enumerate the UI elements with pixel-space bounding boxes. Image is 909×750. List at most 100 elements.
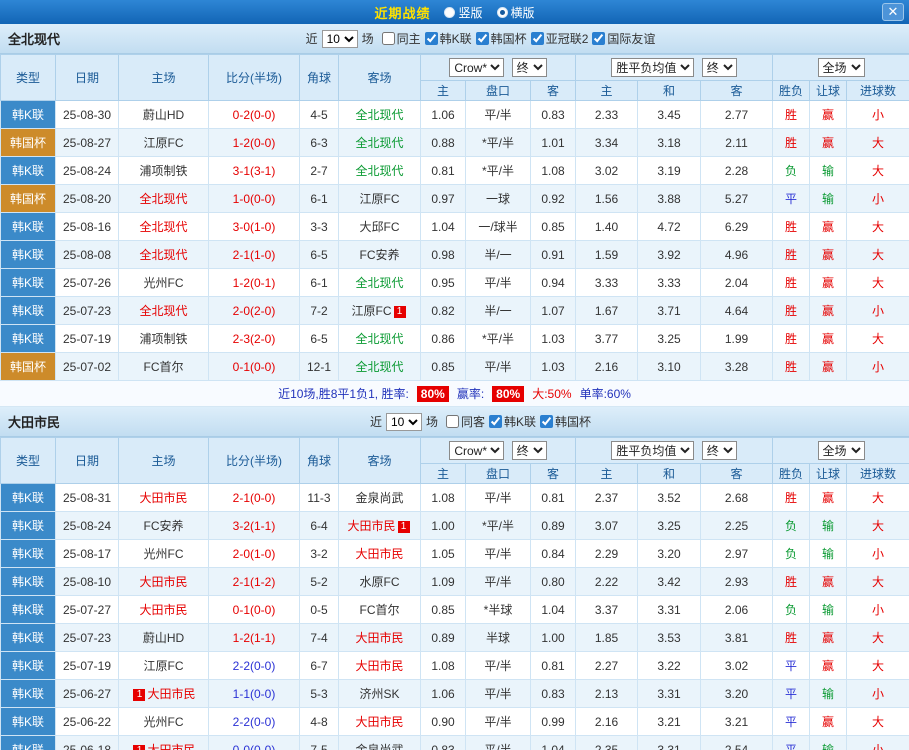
avg-home-odds: 2.37: [575, 483, 639, 512]
handicap-group-header: Crow* 终: [419, 54, 577, 81]
odds-stage-select[interactable]: 终: [511, 58, 547, 77]
handicap-home-odds: 0.90: [420, 707, 466, 736]
avg-odds-select[interactable]: 胜平负均值: [611, 58, 695, 77]
checkbox-icon[interactable]: [530, 31, 544, 45]
checkbox-icon[interactable]: [381, 31, 395, 45]
home-team: 光州FC: [118, 539, 209, 568]
handicap-line: 一球: [465, 184, 531, 213]
sub-header-avg-home: 主: [575, 80, 639, 101]
match-date: 25-07-19: [55, 324, 119, 353]
filter-checkbox-国际友谊[interactable]: 国际友谊: [592, 30, 655, 47]
result-handicap: 赢: [809, 212, 848, 241]
checkbox-icon[interactable]: [475, 31, 489, 45]
games-count-select[interactable]: 10: [321, 29, 358, 48]
corner-score: 6-5: [299, 324, 339, 353]
handicap-away-odds: 1.03: [529, 324, 577, 353]
handicap-away-odds: 1.08: [529, 156, 577, 185]
result-handicap: 输: [809, 156, 848, 185]
home-team: FC首尔: [118, 352, 209, 381]
filter-checkbox-韩K联[interactable]: 韩K联: [424, 30, 472, 47]
games-count-select[interactable]: 10: [385, 412, 422, 431]
team-label: FC安养: [143, 519, 184, 533]
result-handicap: 赢: [809, 483, 848, 512]
team-label: 全北现代: [139, 248, 188, 262]
team-label: 大田市民: [355, 715, 404, 729]
filter-checkbox-亚冠联2[interactable]: 亚冠联2: [530, 30, 588, 47]
scope-select[interactable]: 全场: [817, 441, 865, 460]
avg-away-odds: 2.68: [700, 483, 774, 512]
match-row: 韩K联 25-07-27 大田市民 0-1(0-0) 0-5 FC首尔 0.85 *半球 1.0…: [0, 595, 909, 624]
away-team: 全北现代: [338, 128, 421, 157]
filter-checkbox-同主[interactable]: 同主: [381, 30, 421, 47]
corner-score: 5-3: [299, 679, 339, 708]
result-outcome: 平: [772, 735, 811, 750]
match-row: 韩K联 25-06-22 光州FC 2-2(0-0) 4-8 大田市民 0.90 平/半 0.9…: [0, 707, 909, 736]
avg-draw-odds: 3.10: [637, 352, 702, 381]
checkbox-icon[interactable]: [540, 414, 554, 428]
away-team: 济州SK: [338, 679, 421, 708]
league-type: 韩K联: [0, 623, 56, 652]
team-label: 济州SK: [359, 687, 400, 701]
radio-icon[interactable]: [496, 6, 508, 18]
match-date: 25-07-23: [55, 623, 119, 652]
team-label: FC安养: [359, 248, 400, 262]
team-label: 浦项制铁: [139, 164, 188, 178]
match-row: 韩国杯 25-08-27 江原FC 1-2(0-0) 6-3 全北现代 0.88 *平/半 1.…: [0, 128, 909, 157]
team-label: 江原FC: [143, 659, 184, 673]
sub-header-result: 胜负: [772, 80, 811, 101]
result-handicap: 赢: [809, 100, 848, 129]
col-header-corner: 角球: [299, 437, 339, 484]
checkbox-icon[interactable]: [489, 414, 503, 428]
filter-checkbox-韩国杯[interactable]: 韩国杯: [540, 413, 591, 430]
filter-checkbox-韩国杯[interactable]: 韩国杯: [475, 30, 527, 47]
score: 2-0(1-0): [208, 539, 300, 568]
league-type: 韩K联: [0, 156, 56, 185]
corner-score: 6-3: [299, 128, 339, 157]
result-outcome: 平: [772, 184, 811, 213]
result-outcome: 胜: [772, 324, 811, 353]
sub-header-avg-away: 客: [700, 80, 774, 101]
away-team: 水原FC: [338, 567, 421, 596]
handicap-home-odds: 1.05: [420, 539, 466, 568]
bookmaker-select[interactable]: Crow*: [449, 441, 505, 460]
odds-stage-select[interactable]: 终: [511, 441, 547, 460]
match-row: 韩K联 25-06-27 1 大田市民 1-1(0-0) 5-3 济州SK 1.06 平/半 0.…: [0, 679, 909, 708]
handicap-away-odds: 1.00: [529, 623, 577, 652]
handicap-line: 平/半: [465, 735, 531, 750]
result-outcome: 胜: [772, 567, 811, 596]
checkbox-icon[interactable]: [424, 31, 438, 45]
away-team: 全北现代: [338, 268, 421, 297]
team-label: 大田市民: [147, 743, 196, 750]
checkbox-icon[interactable]: [446, 414, 459, 428]
radio-icon[interactable]: [444, 6, 456, 18]
avg-group-header: 胜平负均值 终: [575, 54, 774, 81]
score: 0-2(0-0): [208, 100, 300, 129]
result-goals: 大: [846, 212, 909, 241]
handicap-home-odds: 0.83: [420, 735, 466, 750]
filter-checkbox-韩K联[interactable]: 韩K联: [489, 413, 536, 430]
avg-stage-select[interactable]: 终: [701, 441, 737, 460]
checkbox-icon[interactable]: [592, 31, 606, 45]
handicap-home-odds: 1.06: [420, 679, 466, 708]
avg-draw-odds: 3.19: [637, 156, 702, 185]
avg-odds-select[interactable]: 胜平负均值: [611, 441, 695, 460]
avg-home-odds: 2.35: [575, 735, 639, 750]
home-team: 全北现代: [118, 240, 209, 269]
handicap-line: 平/半: [465, 567, 531, 596]
layout-radio-horizontal[interactable]: 横版: [496, 4, 535, 21]
scope-select[interactable]: 全场: [817, 58, 865, 77]
filter-checkbox-同客[interactable]: 同客: [446, 413, 485, 430]
avg-home-odds: 1.67: [575, 296, 639, 325]
avg-group-header: 胜平负均值 终: [575, 437, 774, 464]
avg-stage-select[interactable]: 终: [701, 58, 737, 77]
result-handicap: 输: [809, 539, 848, 568]
match-date: 25-08-08: [55, 240, 119, 269]
result-outcome: 胜: [772, 100, 811, 129]
close-icon[interactable]: ✕: [882, 3, 904, 21]
filter-checkbox-group: 同主 韩K联 韩国杯 亚冠联2 国际友谊: [378, 30, 655, 48]
layout-radio-vertical[interactable]: 竖版: [444, 4, 483, 21]
sub-header-avg-draw: 和: [637, 80, 702, 101]
section-header-away-team: 大田市民 近 10 场 同客 韩K联 韩国杯: [0, 407, 909, 437]
match-date: 25-08-31: [55, 483, 119, 512]
bookmaker-select[interactable]: Crow*: [449, 58, 505, 77]
